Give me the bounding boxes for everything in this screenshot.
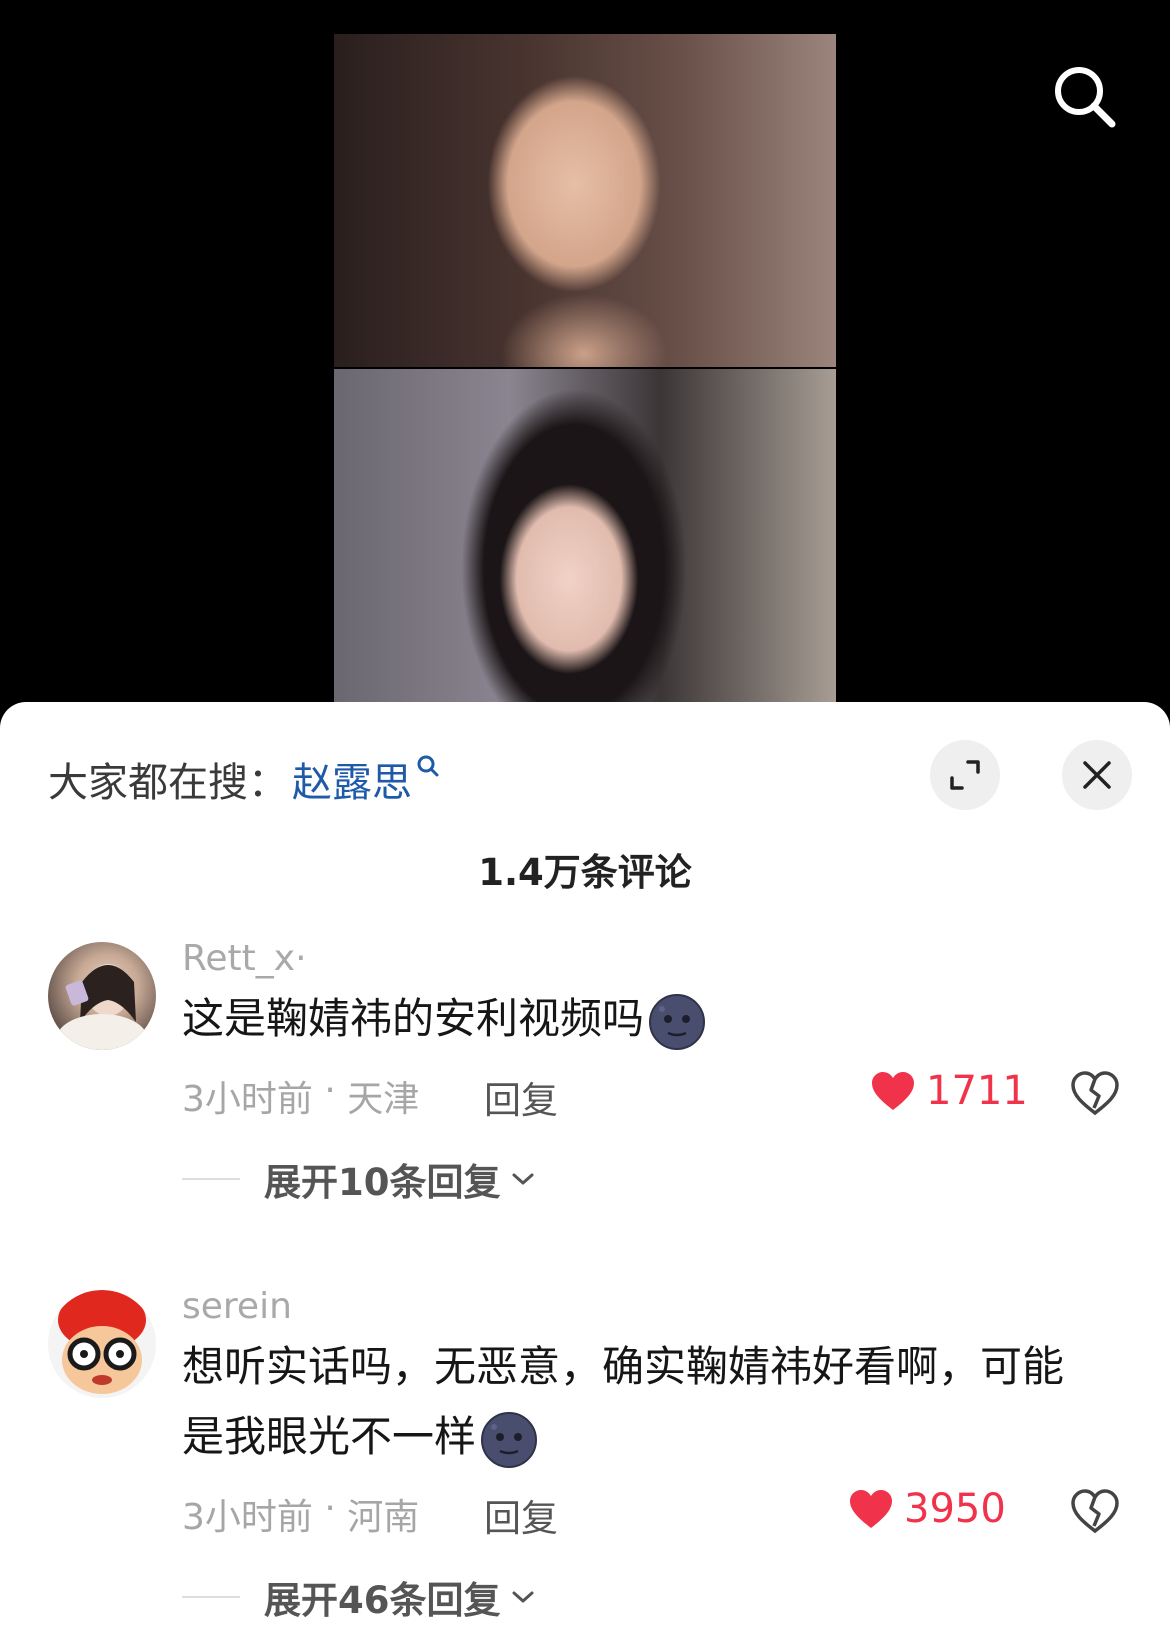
dislike-button[interactable] — [1070, 1488, 1120, 1538]
video-frame-bottom — [334, 369, 836, 702]
comment-meta: 3小时前 · 河南 — [182, 1488, 419, 1540]
comment-time: 3小时前 — [182, 1497, 313, 1538]
comment-text-line: 是我眼光不一样 — [182, 1412, 477, 1461]
expand-replies-label: 展开46条回复 — [264, 1579, 501, 1622]
expand-replies-label: 展开10条回复 — [264, 1161, 501, 1204]
comment-count: 1.4万条评论 — [478, 851, 692, 894]
like-count: 3950 — [904, 1486, 1006, 1532]
comment-meta: 3小时前 · 天津 — [182, 1070, 419, 1122]
search-icon[interactable] — [1050, 62, 1120, 132]
comment-time: 3小时前 — [182, 1079, 313, 1120]
video-frame-top — [334, 34, 836, 367]
comment-username[interactable]: serein — [182, 1286, 292, 1327]
meta-separator: · — [312, 1488, 348, 1529]
hot-search-keyword[interactable]: 赵露思 — [292, 750, 412, 808]
comment-location: 天津 — [347, 1079, 420, 1120]
dislike-heart-icon — [1071, 1489, 1119, 1534]
hot-search-bar[interactable]: 大家都在搜： 赵露思 — [48, 750, 440, 808]
like-count: 1711 — [926, 1068, 1028, 1114]
close-icon — [1083, 761, 1111, 789]
comment-text-line-2: 是我眼光不一样 — [182, 1402, 1112, 1472]
expand-icon — [950, 760, 980, 790]
divider-line — [182, 1178, 240, 1180]
expand-button[interactable] — [930, 740, 1000, 810]
meta-separator: · — [312, 1070, 348, 1111]
avatar[interactable] — [48, 942, 156, 1050]
video-player[interactable] — [0, 0, 1170, 720]
comment-username[interactable]: Rett_x· — [182, 938, 307, 979]
comment-text: 这是鞠婧祎的安利视频吗 — [182, 984, 1112, 1054]
dislike-button[interactable] — [1070, 1070, 1120, 1120]
comment-location: 河南 — [347, 1497, 420, 1538]
like-button[interactable]: 3950 — [848, 1486, 1006, 1532]
expand-replies-button[interactable]: 展开46条回复 — [182, 1570, 535, 1624]
search-icon — [416, 742, 440, 788]
heart-icon — [872, 1072, 914, 1110]
comment-text: 想听实话吗，无恶意，确实鞠婧祎好看啊，可能 是我眼光不一样 — [182, 1332, 1112, 1472]
dislike-heart-icon — [1071, 1071, 1119, 1116]
like-button[interactable]: 1711 — [870, 1068, 1028, 1114]
heart-icon — [850, 1490, 892, 1528]
reply-button[interactable]: 回复 — [484, 1488, 558, 1542]
close-button[interactable] — [1062, 740, 1132, 810]
moon-emoji-icon — [480, 1411, 538, 1469]
avatar[interactable] — [48, 1290, 156, 1398]
comment-text-body: 这是鞠婧祎的安利视频吗 — [182, 994, 645, 1043]
hot-search-prefix: 大家都在搜： — [48, 760, 288, 806]
comment-sheet: 大家都在搜： 赵露思 1.4万条评论 Rett_x· 这是鞠婧祎的安利视频吗 3… — [0, 702, 1170, 1652]
divider-line — [182, 1596, 240, 1598]
reply-button[interactable]: 回复 — [484, 1070, 558, 1124]
chevron-down-icon — [512, 1173, 533, 1185]
moon-emoji-icon — [648, 993, 706, 1051]
chevron-down-icon — [512, 1591, 533, 1603]
comment-text-line: 想听实话吗，无恶意，确实鞠婧祎好看啊，可能 — [182, 1342, 1065, 1391]
expand-replies-button[interactable]: 展开10条回复 — [182, 1152, 535, 1206]
